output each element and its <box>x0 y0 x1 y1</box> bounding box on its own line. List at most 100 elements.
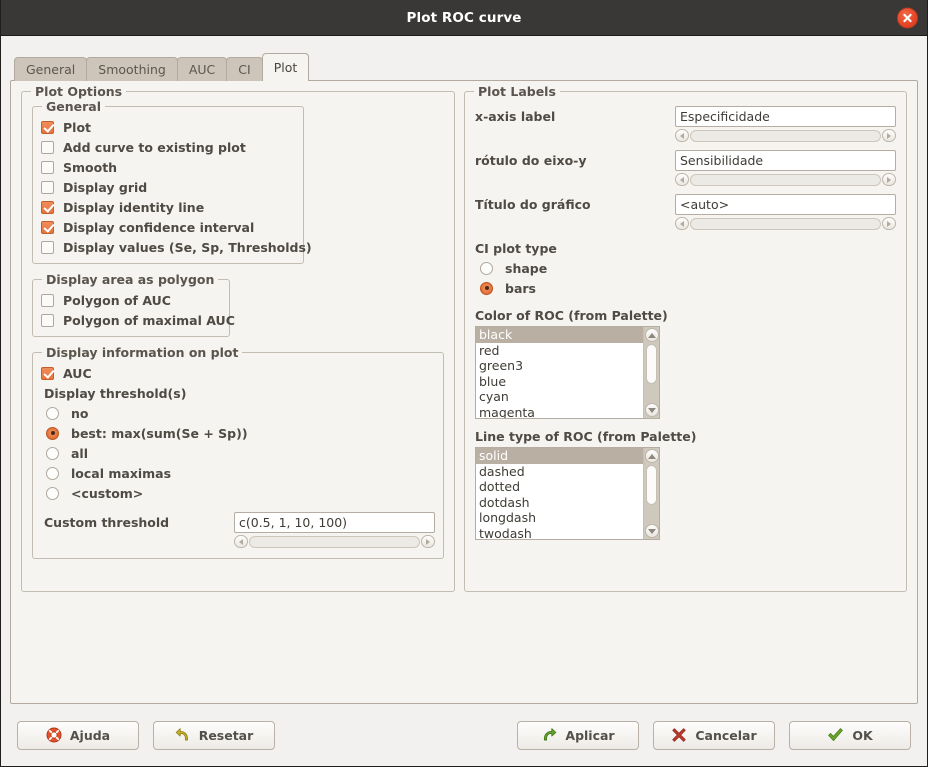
list-item[interactable]: longdash <box>476 510 643 526</box>
scroll-trough[interactable] <box>646 344 657 401</box>
list-item[interactable]: blue <box>476 374 643 390</box>
radio-threshold-best[interactable] <box>46 426 59 440</box>
chevron-left-icon <box>680 176 684 183</box>
scroll-left-button[interactable] <box>675 129 689 142</box>
list-item[interactable]: dotdash <box>476 495 643 511</box>
chart-title-hscrollbar[interactable] <box>675 217 896 230</box>
checkbox-row-plot[interactable]: Plot <box>41 117 295 137</box>
checkbox-confidence-interval[interactable] <box>41 220 54 234</box>
tab-auc[interactable]: AUC <box>176 57 228 81</box>
radio-threshold-local-maximas[interactable] <box>46 466 59 480</box>
cancel-button[interactable]: Cancelar <box>653 720 775 750</box>
plot-options-group: Plot Options General Plot Add curve to e… <box>21 84 455 592</box>
scroll-trough[interactable] <box>690 173 881 186</box>
scroll-down-button[interactable] <box>644 524 659 538</box>
list-item[interactable]: twodash <box>476 526 643 540</box>
radio-ci-bars[interactable] <box>480 281 493 295</box>
radio-row-ci-shape[interactable]: shape <box>475 258 896 278</box>
radio-threshold-no-label: no <box>71 405 89 421</box>
help-button[interactable]: Ajuda <box>17 720 139 750</box>
scroll-trough[interactable] <box>690 129 881 142</box>
chevron-up-icon <box>647 332 656 338</box>
scroll-trough[interactable] <box>690 217 881 230</box>
checkbox-plot[interactable] <box>41 120 54 134</box>
radio-ci-shape[interactable] <box>480 261 493 275</box>
custom-threshold-hscrollbar[interactable] <box>234 535 435 548</box>
checkbox-row-auc[interactable]: AUC <box>41 363 435 383</box>
tab-ci[interactable]: CI <box>226 57 263 81</box>
radio-row-threshold-all[interactable]: all <box>41 443 435 463</box>
checkbox-display-grid[interactable] <box>41 180 54 194</box>
reset-button[interactable]: Resetar <box>153 720 275 750</box>
radio-row-threshold-custom[interactable]: <custom> <box>41 483 435 503</box>
list-item[interactable]: green3 <box>476 358 643 374</box>
scroll-right-button[interactable] <box>882 129 896 142</box>
color-list-vscrollbar[interactable] <box>643 327 659 418</box>
list-item[interactable]: dashed <box>476 464 643 480</box>
scroll-left-button[interactable] <box>234 535 248 548</box>
radio-row-threshold-local-maximas[interactable]: local maximas <box>41 463 435 483</box>
checkbox-auc[interactable] <box>41 366 54 380</box>
display-info-group: Display information on plot AUC Display … <box>32 345 444 559</box>
scroll-trough[interactable] <box>249 535 420 548</box>
scroll-thumb[interactable] <box>646 344 657 384</box>
checkbox-polygon-auc[interactable] <box>41 293 54 307</box>
checkbox-row-display-values[interactable]: Display values (Se, Sp, Thresholds) <box>41 237 312 257</box>
scroll-right-button[interactable] <box>882 173 896 186</box>
checkbox-row-confidence-interval[interactable]: Display confidence interval <box>41 217 295 237</box>
scroll-up-button[interactable] <box>644 449 659 463</box>
checkbox-row-identity-line[interactable]: Display identity line <box>41 197 295 217</box>
tab-smoothing[interactable]: Smoothing <box>86 57 178 81</box>
custom-threshold-input[interactable]: c(0.5, 1, 10, 100) <box>234 512 435 533</box>
checkbox-identity-line[interactable] <box>41 200 54 214</box>
color-of-roc-listbox[interactable]: black red green3 blue cyan magenta <box>475 326 660 419</box>
checkbox-display-values[interactable] <box>41 240 54 254</box>
scroll-thumb[interactable] <box>646 465 657 505</box>
scroll-right-button[interactable] <box>882 217 896 230</box>
radio-row-threshold-best[interactable]: best: max(sum(Se + Sp)) <box>41 423 435 443</box>
tab-plot[interactable]: Plot <box>261 53 310 81</box>
radio-threshold-local-maximas-label: local maximas <box>71 465 172 481</box>
radio-threshold-custom[interactable] <box>46 486 59 500</box>
checkbox-row-display-grid[interactable]: Display grid <box>41 177 295 197</box>
x-axis-label-input[interactable]: Especificidade <box>675 106 896 127</box>
checkbox-add-curve[interactable] <box>41 140 54 154</box>
linetype-list-vscrollbar[interactable] <box>643 448 659 539</box>
radio-threshold-no[interactable] <box>46 406 59 420</box>
line-type-of-roc-listbox[interactable]: solid dashed dotted dotdash longdash two… <box>475 447 660 540</box>
scroll-up-button[interactable] <box>644 328 659 342</box>
list-item[interactable]: dotted <box>476 479 643 495</box>
checkbox-row-add-curve[interactable]: Add curve to existing plot <box>41 137 295 157</box>
list-item[interactable]: magenta <box>476 405 643 419</box>
list-item[interactable]: cyan <box>476 389 643 405</box>
scroll-left-button[interactable] <box>675 217 689 230</box>
radio-row-ci-bars[interactable]: bars <box>475 278 896 298</box>
ok-button[interactable]: OK <box>789 720 911 750</box>
list-item[interactable]: black <box>476 327 643 343</box>
list-item[interactable]: red <box>476 343 643 359</box>
scroll-trough[interactable] <box>646 465 657 522</box>
close-button[interactable] <box>897 7 918 28</box>
checkbox-row-polygon-max-auc[interactable]: Polygon of maximal AUC <box>41 310 235 330</box>
checkbox-confidence-interval-label: Display confidence interval <box>63 219 255 235</box>
apply-button[interactable]: Aplicar <box>517 720 639 750</box>
y-axis-hscrollbar[interactable] <box>675 173 896 186</box>
chart-title-input[interactable]: <auto> <box>675 194 896 215</box>
tab-general[interactable]: General <box>14 57 88 81</box>
scroll-down-button[interactable] <box>644 403 659 417</box>
undo-arrow-icon <box>175 727 191 743</box>
checkbox-smooth[interactable] <box>41 160 54 174</box>
y-axis-label-input[interactable]: Sensibilidade <box>675 150 896 171</box>
checkbox-polygon-max-auc[interactable] <box>41 313 54 327</box>
checkbox-row-polygon-auc[interactable]: Polygon of AUC <box>41 290 221 310</box>
radio-ci-bars-label: bars <box>505 280 536 296</box>
scroll-right-button[interactable] <box>421 535 435 548</box>
checkbox-row-smooth[interactable]: Smooth <box>41 157 295 177</box>
list-item[interactable]: solid <box>476 448 643 464</box>
x-axis-hscrollbar[interactable] <box>675 129 896 142</box>
scroll-left-button[interactable] <box>675 173 689 186</box>
radio-row-threshold-no[interactable]: no <box>41 403 435 423</box>
field-row-chart-title: Título do gráfico <auto> <box>475 194 896 230</box>
ok-button-label: OK <box>852 727 873 743</box>
radio-threshold-all[interactable] <box>46 446 59 460</box>
